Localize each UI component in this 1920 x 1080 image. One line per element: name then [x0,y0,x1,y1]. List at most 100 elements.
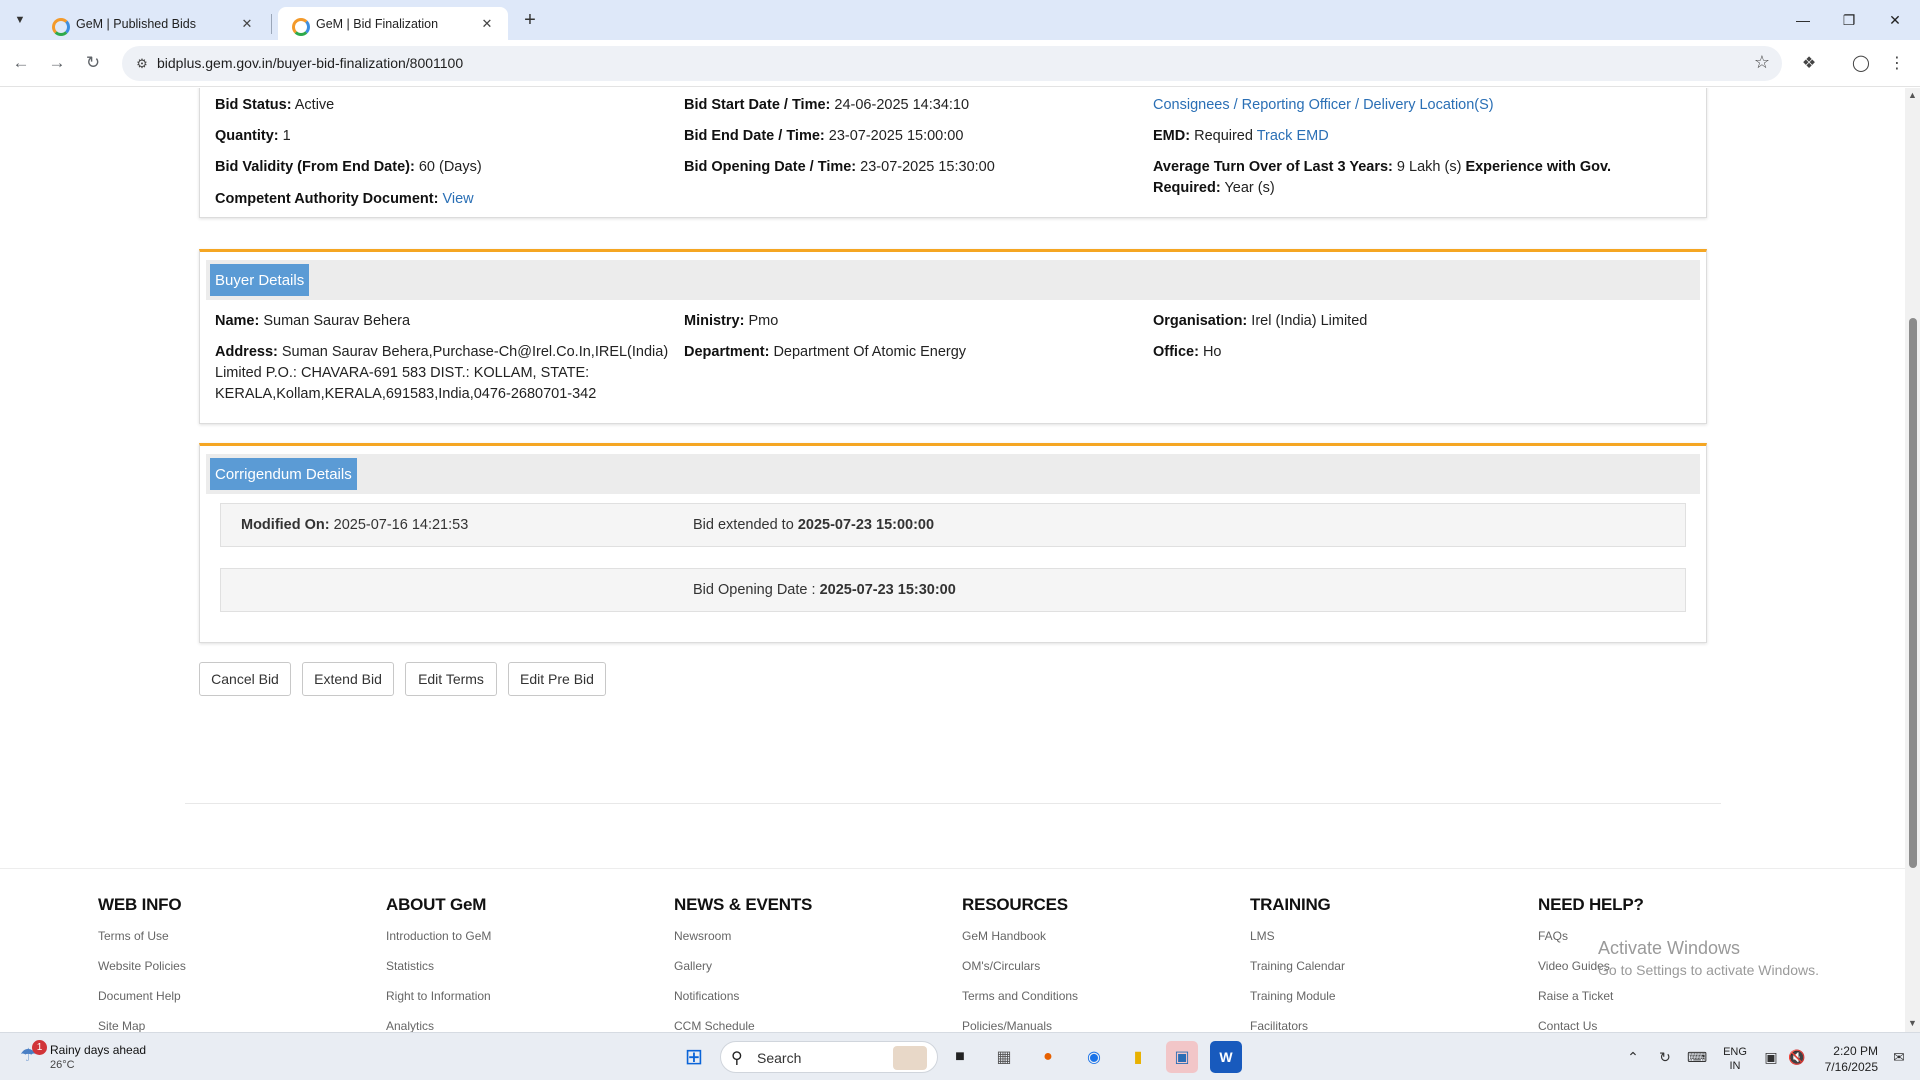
word-icon[interactable]: W [1210,1041,1242,1073]
tab-published-bids[interactable]: GeM | Published Bids ✕ [38,7,268,40]
modified-on: Modified On: 2025-07-16 14:21:53 [241,517,469,533]
reload-icon[interactable]: ↻ [80,50,106,76]
footer-link[interactable]: Training Calendar [1250,959,1345,989]
footer-link[interactable]: OM's/Circulars [962,959,1078,989]
footer-link[interactable]: Right to Information [386,989,491,1019]
system-clock[interactable]: 2:20 PM 7/16/2025 [1812,1043,1878,1075]
bookmark-star-icon[interactable]: ☆ [1754,52,1770,73]
extend-bid-button[interactable]: Extend Bid [302,662,394,696]
footer-link[interactable]: Statistics [386,959,491,989]
site-info-icon[interactable]: ⚙ [132,54,152,74]
extensions-puzzle-icon[interactable]: ❖ [1796,50,1822,76]
edit-pre-bid-button[interactable]: Edit Pre Bid [508,662,606,696]
volume-muted-icon[interactable]: 🔇 [1784,1041,1810,1073]
footer-link[interactable]: Introduction to GeM [386,929,491,959]
chrome-icon[interactable]: ◉ [1078,1041,1110,1073]
firefox-icon[interactable]: ● [1032,1041,1064,1073]
footer-link[interactable]: Policies/Manuals [962,1019,1078,1032]
close-icon[interactable]: ✕ [478,15,496,33]
terminal-app-icon[interactable]: ■ [944,1041,976,1073]
footer-heading: NEWS & EVENTS [674,895,813,914]
view-document-link[interactable]: View [442,191,473,207]
sync-icon[interactable]: ↻ [1652,1041,1678,1073]
footer-column-web-info: WEB INFO Terms of Use Website Policies D… [98,895,186,1032]
scroll-down-icon[interactable]: ▼ [1908,1018,1917,1028]
restore-icon[interactable]: ❐ [1826,0,1872,40]
footer-link[interactable]: Contact Us [1538,1019,1644,1032]
weather-widget[interactable]: ☂ 1 Rainy days ahead 26°C [20,1040,220,1075]
search-icon: ⚲ [731,1050,743,1067]
page-scrollbar[interactable]: ▲ ▼ [1905,88,1920,1032]
lang-region: IN [1729,1060,1741,1072]
tab-search-chevron-icon[interactable]: ▼ [8,8,32,32]
watermark-subtitle: Go to Settings to activate Windows. [1598,962,1819,978]
footer-link[interactable]: CCM Schedule [674,1019,812,1032]
forward-arrow-icon[interactable]: → [44,50,70,76]
quantity: Quantity: 1 [215,128,291,144]
footer-link[interactable]: Terms of Use [98,929,186,959]
footer-link[interactable]: Website Policies [98,959,186,989]
footer-link[interactable]: Facilitators [1250,1019,1345,1032]
tab-bid-finalization[interactable]: GeM | Bid Finalization ✕ [278,7,508,40]
app-icon[interactable]: ▣ [1166,1041,1198,1073]
cancel-bid-button[interactable]: Cancel Bid [199,662,291,696]
footer-link[interactable]: Document Help [98,989,186,1019]
bid-status: Bid Status: Active [215,97,335,113]
footer-link[interactable]: LMS [1250,929,1345,959]
folder-icon[interactable]: ▮ [1122,1041,1154,1073]
buyer-details-panel: Buyer Details Name: Suman Saurav Behera … [199,249,1707,424]
weather-text: Rainy days ahead [50,1043,147,1057]
turnover-experience-info: Average Turn Over of Last 3 Years: 9 Lak… [1153,159,1612,196]
close-icon[interactable]: ✕ [238,15,256,33]
corrigendum-title: Corrigendum Details [210,458,357,490]
footer-link[interactable]: GeM Handbook [962,929,1078,959]
menu-kebab-icon[interactable]: ⋮ [1884,50,1910,76]
chevron-up-icon[interactable]: ⌃ [1620,1041,1646,1073]
footer-link[interactable]: Notifications [674,989,812,1019]
footer-link[interactable]: Gallery [674,959,812,989]
minimize-icon[interactable]: — [1780,0,1826,40]
consignees-link[interactable]: Consignees / Reporting Officer / Deliver… [1153,97,1494,113]
footer-column-training: TRAINING LMS Training Calendar Training … [1250,895,1345,1032]
window-close-icon[interactable]: ✕ [1872,0,1918,40]
notification-bell-icon[interactable]: ✉ [1886,1041,1912,1073]
bid-validity: Bid Validity (From End Date): 60 (Days) [215,159,482,175]
bid-extended-to: Bid extended to 2025-07-23 15:00:00 [693,517,935,533]
footer-column-resources: RESOURCES GeM Handbook OM's/Circulars Te… [962,895,1078,1032]
scroll-up-icon[interactable]: ▲ [1908,90,1917,100]
keyboard-icon[interactable]: ⌨ [1684,1041,1710,1073]
back-arrow-icon[interactable]: ← [8,50,34,76]
new-tab-plus-icon[interactable]: + [518,8,542,32]
taskbar-search[interactable]: ⚲ Search [720,1041,938,1073]
footer-link[interactable]: Site Map [98,1019,186,1032]
scroll-thumb[interactable] [1909,318,1917,868]
footer-column-news-events: NEWS & EVENTS Newsroom Gallery Notificat… [674,895,812,1032]
footer-link[interactable]: Training Module [1250,989,1345,1019]
windows-start-icon[interactable]: ⊞ [678,1041,710,1073]
language-indicator[interactable]: ENG IN [1720,1045,1750,1073]
footer-link[interactable]: Newsroom [674,929,812,959]
network-icon[interactable]: ▣ [1758,1041,1784,1073]
notification-badge: 1 [32,1040,47,1055]
buyer-organisation: Organisation: Irel (India) Limited [1153,313,1368,329]
edit-terms-button[interactable]: Edit Terms [405,662,497,696]
bid-start-date: Bid Start Date / Time: 24-06-2025 14:34:… [684,97,970,113]
footer-link[interactable]: Analytics [386,1019,491,1032]
footer-link[interactable]: Raise a Ticket [1538,989,1644,1019]
file-explorer-app-icon[interactable]: ▦ [988,1041,1020,1073]
url-text[interactable]: bidplus.gem.gov.in/buyer-bid-finalizatio… [157,55,463,71]
footer-heading: TRAINING [1250,895,1331,914]
gem-favicon-icon [50,16,70,36]
clock-date: 7/16/2025 [1824,1060,1878,1074]
divider [185,803,1721,804]
track-emd-link[interactable]: Track EMD [1257,128,1329,144]
bid-opening-date-corrigendum: Bid Opening Date : 2025-07-23 15:30:00 [693,582,956,598]
tab-separator [271,14,272,34]
profile-avatar-icon[interactable]: ◯ [1848,50,1874,76]
address-bar[interactable]: ⚙ bidplus.gem.gov.in/buyer-bid-finalizat… [122,46,1782,81]
activate-windows-watermark: Activate Windows Go to Settings to activ… [1598,938,1819,978]
buyer-department: Department: Department Of Atomic Energy [684,344,967,360]
footer-link[interactable]: Terms and Conditions [962,989,1078,1019]
footer-heading: ABOUT GeM [386,895,487,914]
tab-title: GeM | Published Bids [76,16,196,31]
